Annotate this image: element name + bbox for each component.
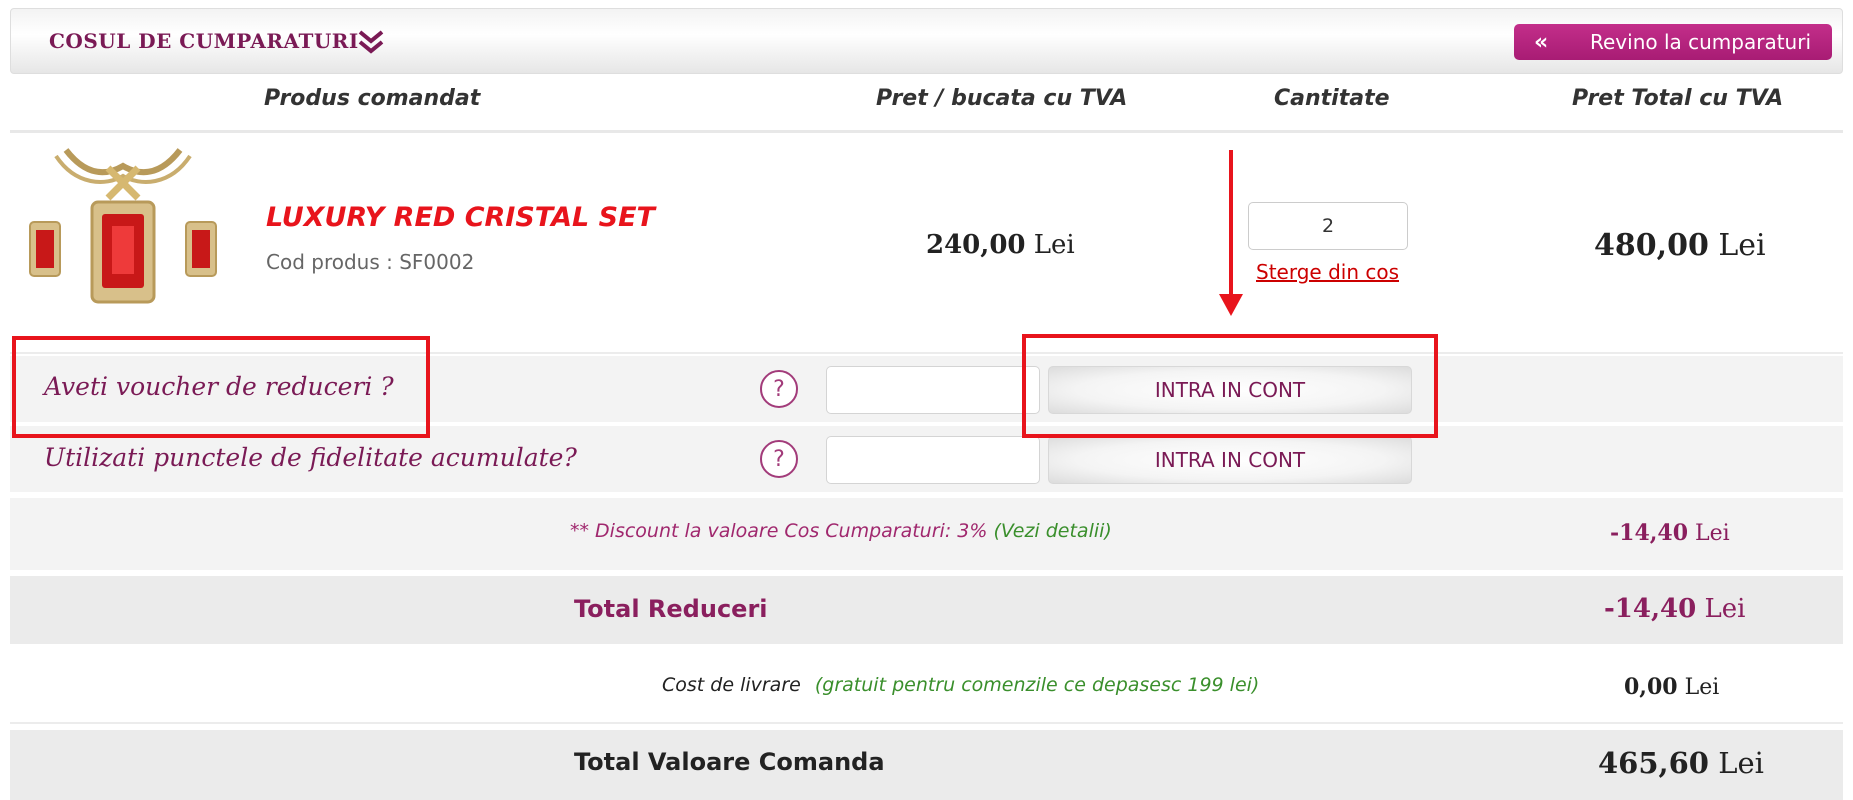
- back-to-shopping-label: Revino la cumparaturi: [1590, 30, 1812, 54]
- total-discounts-amount: -14,40 Lei: [1604, 594, 1745, 624]
- product-code: Cod produs : SF0002: [266, 250, 475, 274]
- cart-discount-value: -14,40: [1610, 520, 1689, 546]
- line-total-value: 480,00: [1594, 228, 1709, 263]
- column-header-unit-price: Pret / bucata cu TVA: [876, 86, 1128, 111]
- total-discounts-currency: Lei: [1704, 594, 1746, 624]
- arrow-down-icon: [1219, 294, 1243, 316]
- login-button-highlight: [1022, 334, 1438, 438]
- cart-discount-text: ** Discount la valoare Cos Cumparaturi: …: [570, 520, 1112, 542]
- unit-price: 240,00 Lei: [926, 230, 1075, 260]
- total-discounts-label: Total Reduceri: [574, 595, 768, 623]
- row-divider: [10, 722, 1843, 724]
- quantity-input[interactable]: [1248, 202, 1408, 250]
- free-delivery-note: (gratuit pentru comenzile ce depasesc 19…: [814, 674, 1260, 696]
- delivery-cost-value: 0,00: [1624, 674, 1678, 700]
- order-total-currency: Lei: [1718, 746, 1764, 780]
- chevron-double-down-icon[interactable]: [357, 29, 385, 55]
- header-divider: [10, 130, 1843, 133]
- column-header-product: Produs comandat: [264, 86, 481, 111]
- cart-title: COSUL DE CUMPARATURI: [49, 29, 359, 53]
- delivery-cost-currency: Lei: [1684, 675, 1720, 700]
- voucher-label-highlight: [12, 336, 430, 438]
- total-discounts-value: -14,40: [1604, 594, 1697, 624]
- loyalty-points-label: Utilizati punctele de fidelitate acumula…: [44, 443, 577, 472]
- delivery-cost: Cost de livrare (gratuit pentru comenzil…: [662, 674, 1259, 696]
- loyalty-login-button[interactable]: INTRA IN CONT: [1048, 436, 1412, 484]
- total-discounts-row: [10, 576, 1843, 644]
- column-header-quantity: Cantitate: [1274, 86, 1390, 111]
- cart-discount-amount: -14,40 Lei: [1610, 520, 1730, 546]
- back-to-shopping-button[interactable]: « Revino la cumparaturi: [1514, 24, 1832, 60]
- remove-from-cart-link[interactable]: Sterge din cos: [1256, 260, 1399, 284]
- line-total-currency: Lei: [1718, 228, 1766, 263]
- order-total-label: Total Valoare Comanda: [574, 748, 885, 776]
- product-name[interactable]: LUXURY RED CRISTAL SET: [266, 202, 655, 233]
- annotation-arrow-line: [1229, 150, 1233, 298]
- column-header-total-price: Pret Total cu TVA: [1572, 86, 1784, 111]
- order-total-amount: 465,60 Lei: [1598, 746, 1764, 780]
- line-total-price: 480,00 Lei: [1594, 228, 1766, 263]
- cart-discount-label: ** Discount la valoare Cos Cumparaturi: …: [570, 520, 988, 542]
- unit-price-currency: Lei: [1033, 230, 1075, 260]
- delivery-cost-label: Cost de livrare: [662, 674, 801, 696]
- voucher-code-input[interactable]: [826, 366, 1040, 414]
- cart-header-bar: COSUL DE CUMPARATURI « Revino la cumpara…: [10, 8, 1843, 74]
- chevron-double-left-icon: «: [1534, 29, 1549, 55]
- loyalty-points-input[interactable]: [826, 436, 1040, 484]
- order-total-value: 465,60: [1598, 746, 1709, 780]
- cart-discount-currency: Lei: [1695, 521, 1730, 546]
- question-circle-icon[interactable]: ?: [760, 440, 798, 478]
- question-circle-icon[interactable]: ?: [760, 370, 798, 408]
- unit-price-value: 240,00: [926, 230, 1026, 260]
- delivery-cost-amount: 0,00 Lei: [1624, 674, 1719, 700]
- order-total-row: [10, 730, 1843, 800]
- product-image[interactable]: [26, 146, 220, 326]
- discount-details-link[interactable]: (Vezi detalii): [993, 520, 1111, 542]
